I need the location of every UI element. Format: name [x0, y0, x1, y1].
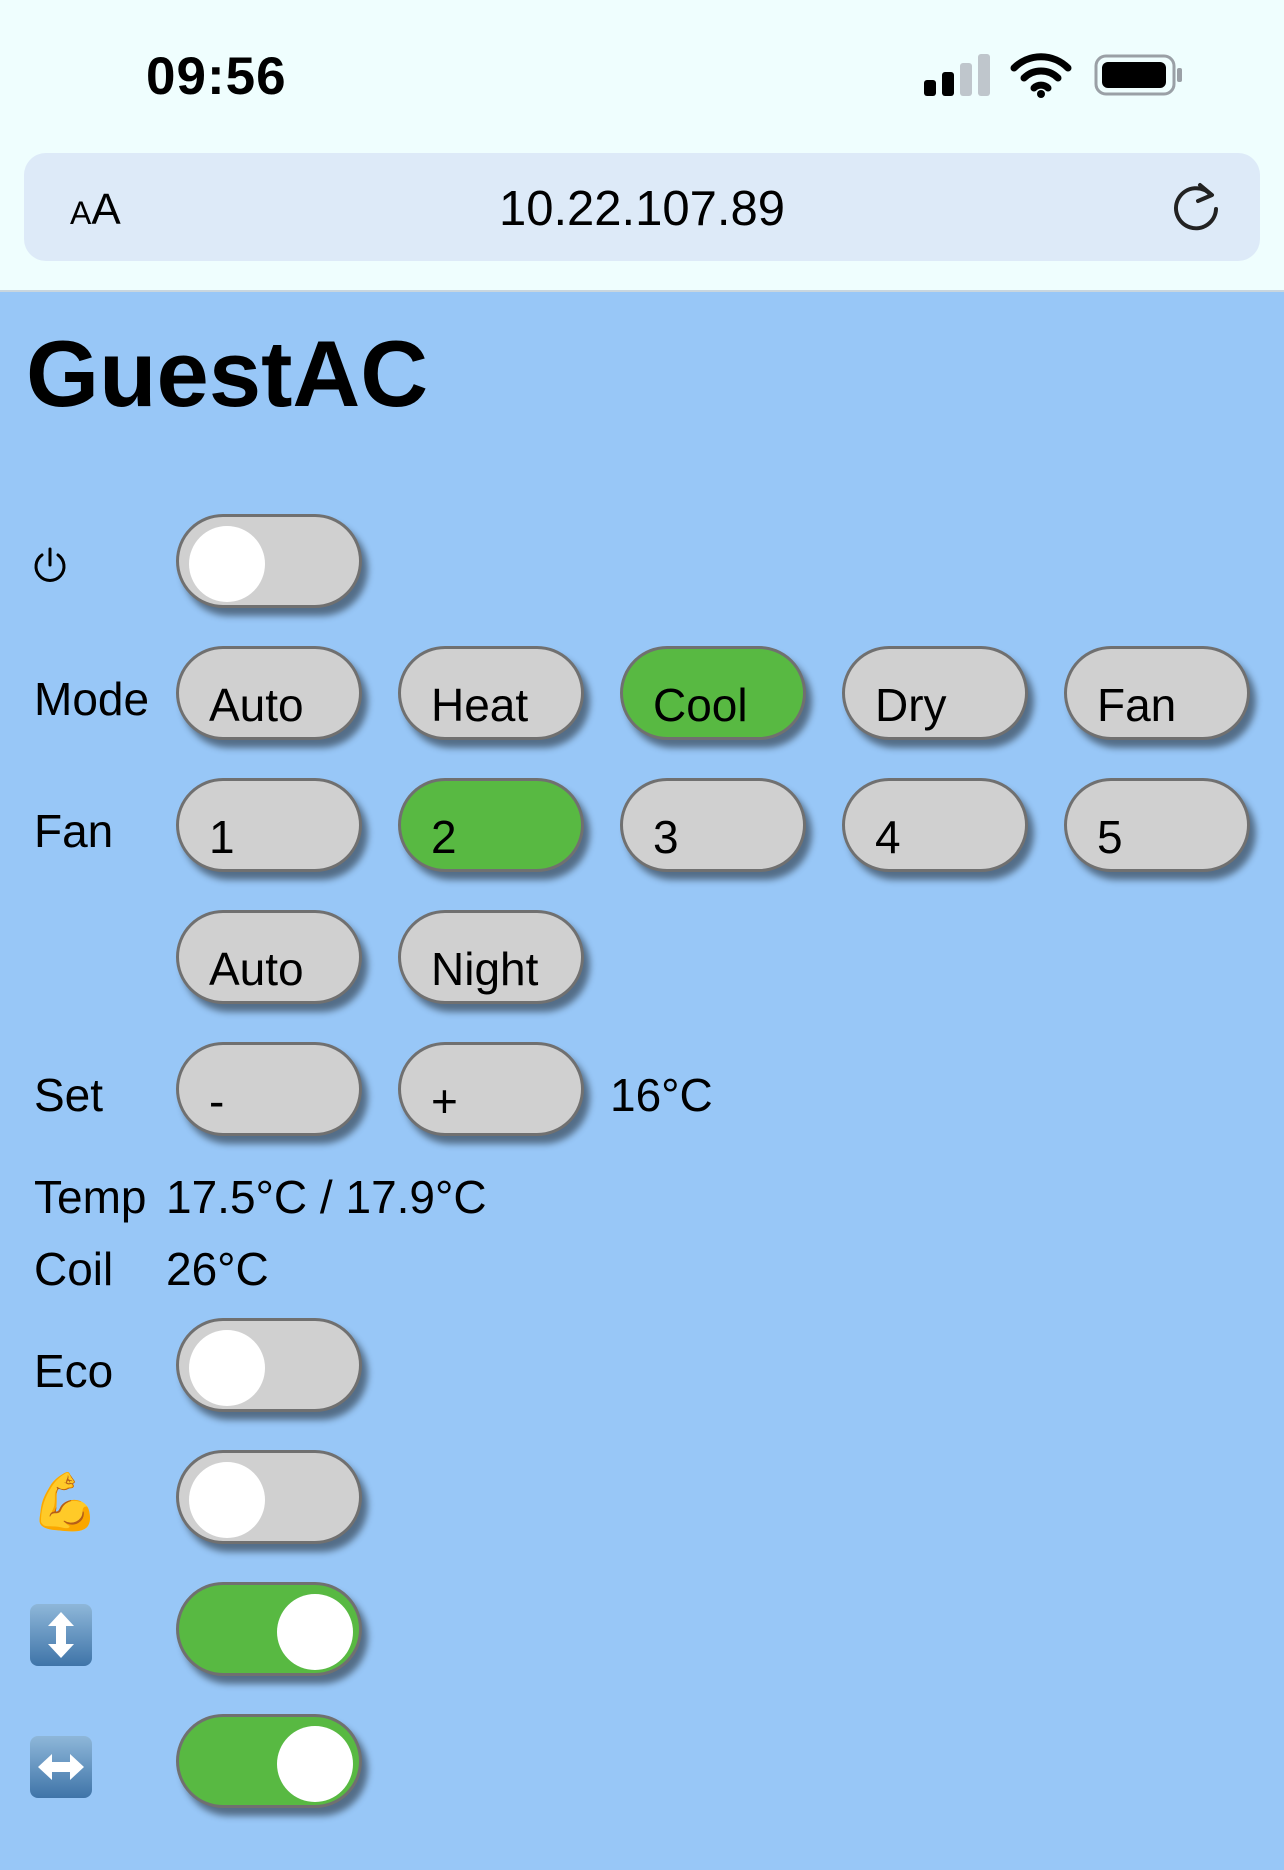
url-text[interactable]: 10.22.107.89 [24, 181, 1260, 237]
temp-increase-button[interactable]: + [398, 1042, 584, 1136]
reload-icon[interactable] [1166, 177, 1226, 237]
toggle-knob [189, 1462, 265, 1538]
cellular-signal-icon [924, 54, 990, 96]
vertical-swing-toggle[interactable] [176, 1582, 362, 1676]
toggle-knob [277, 1726, 353, 1802]
fan-speed-5-button[interactable]: 5 [1064, 778, 1250, 872]
fan-speed-1-button[interactable]: 1 [176, 778, 362, 872]
setpoint-value: 16°C [610, 1069, 713, 1121]
temp-value: 17.5°C / 17.9°C [166, 1171, 487, 1223]
temp-label: Temp [34, 1171, 147, 1223]
mode-fan-button[interactable]: Fan [1064, 646, 1250, 740]
address-bar[interactable]: AA 10.22.107.89 [24, 153, 1260, 261]
wifi-icon [1010, 53, 1072, 98]
eco-label: Eco [34, 1345, 114, 1397]
fan-speed-4-button[interactable]: 4 [842, 778, 1028, 872]
mode-label: Mode [34, 673, 150, 725]
mode-auto-button[interactable]: Auto [176, 646, 362, 740]
turbo-toggle[interactable] [176, 1450, 362, 1544]
toggle-knob [189, 526, 265, 602]
mode-dry-button[interactable]: Dry [842, 646, 1028, 740]
fan-speed-3-button[interactable]: 3 [620, 778, 806, 872]
fan-label: Fan [34, 805, 114, 857]
set-label: Set [34, 1069, 104, 1121]
mode-cool-button[interactable]: Cool [620, 646, 806, 740]
temp-decrease-button[interactable]: - [176, 1042, 362, 1136]
up-down-arrow-icon [30, 1604, 92, 1666]
power-toggle[interactable] [176, 514, 362, 608]
battery-icon [1094, 54, 1182, 96]
toggle-knob [277, 1594, 353, 1670]
fan-night-button[interactable]: Night [398, 910, 584, 1004]
fan-speed-2-button[interactable]: 2 [398, 778, 584, 872]
coil-label: Coil [34, 1243, 114, 1295]
mode-heat-button[interactable]: Heat [398, 646, 584, 740]
status-time: 09:56 [146, 47, 287, 106]
page-title: GuestAC [26, 321, 429, 426]
horizontal-swing-toggle[interactable] [176, 1714, 362, 1808]
coil-value: 26°C [166, 1243, 269, 1295]
toggle-knob [189, 1330, 265, 1406]
fan-auto-button[interactable]: Auto [176, 910, 362, 1004]
power-icon [34, 547, 66, 582]
eco-toggle[interactable] [176, 1318, 362, 1412]
left-right-arrow-icon [30, 1736, 92, 1798]
flexed-biceps-icon: 💪 [30, 1470, 100, 1533]
browser-chrome: 09:56 AA 10.22.107.89 [0, 0, 1284, 292]
